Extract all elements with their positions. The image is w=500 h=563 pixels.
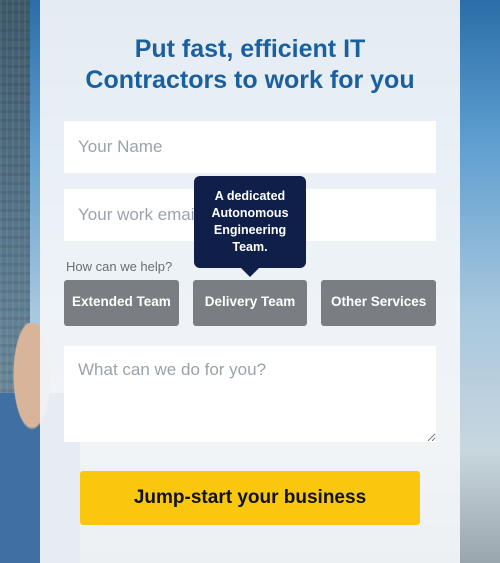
option-label: Delivery Team: [205, 294, 296, 311]
name-input[interactable]: [64, 121, 436, 173]
option-other-services[interactable]: Other Services: [321, 280, 436, 326]
option-label: Extended Team: [72, 294, 171, 311]
form-title: Put fast, efficient IT Contractors to wo…: [64, 34, 436, 97]
page-background: Put fast, efficient IT Contractors to wo…: [0, 0, 500, 563]
option-extended-team[interactable]: Extended Team: [64, 280, 179, 326]
help-options: Extended Team A dedicated Autonomous Eng…: [64, 280, 436, 326]
message-textarea[interactable]: [64, 346, 436, 442]
option-label: Other Services: [331, 294, 426, 311]
option-delivery-team[interactable]: A dedicated Autonomous Engineering Team.…: [193, 280, 308, 326]
contact-form-panel: Put fast, efficient IT Contractors to wo…: [40, 0, 460, 563]
submit-button[interactable]: Jump-start your business: [80, 471, 420, 525]
tooltip-delivery-team: A dedicated Autonomous Engineering Team.: [194, 176, 306, 268]
